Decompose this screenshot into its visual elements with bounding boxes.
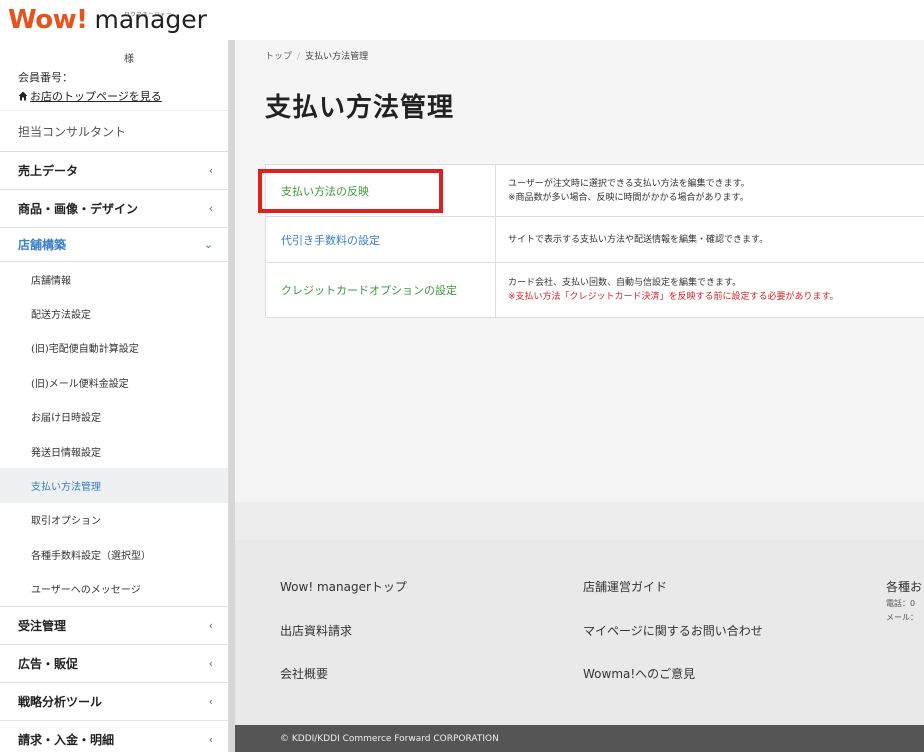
- shop-top-link[interactable]: お店のトップページを見る: [18, 88, 210, 104]
- logo-wow: Wow!: [8, 5, 88, 35]
- footer-contact-mail: メール：: [886, 613, 918, 622]
- page-title: 支払い方法管理: [265, 93, 455, 123]
- menu-ads-promo-label: 広告・販促: [18, 656, 79, 671]
- user-name-suffix: 様: [124, 54, 134, 65]
- row-desc-line: ユーザーが注文時に選択できる支払い方法を編集できます。: [508, 178, 750, 189]
- table-cell-desc: ユーザーが注文時に選択できる支払い方法を編集できます。 ※商品数が多い場合、反映…: [496, 165, 924, 216]
- row-desc-line: ※商品数が多い場合、反映に時間がかかる場合があります。: [508, 192, 749, 203]
- store-build-submenu: 店舗情報 配送方法設定 (旧)宅配便自動計算設定 (旧)メール便料金設定 お届け…: [0, 262, 228, 607]
- footer-link-feedback[interactable]: Wowma!へのご意見: [583, 665, 695, 682]
- footer-link-company[interactable]: 会社概要: [280, 665, 328, 682]
- copyright: © KDDI/KDDI Commerce Forward CORPORATION: [235, 725, 924, 752]
- menu-ads-promo[interactable]: 広告・販促 ‹: [0, 645, 228, 683]
- table-row: 代引き手数料の設定 サイトで表示する支払い方法や配送情報を編集・確認できます。: [266, 217, 924, 263]
- submenu-old-auto-calc[interactable]: (旧)宅配便自動計算設定: [0, 331, 228, 365]
- member-number: 会員番号：: [18, 71, 73, 84]
- menu-store-build-label: 店舗構築: [18, 238, 67, 252]
- table-cell-desc: カード会社、支払い回数、自動与信設定を編集できます。 ※支払い方法「クレジットカ…: [496, 263, 924, 317]
- submenu-ship-date[interactable]: 発送日情報設定: [0, 434, 228, 468]
- home-icon: [18, 91, 28, 101]
- header: Wow! ワウマネージャー manager: [0, 0, 924, 40]
- row-desc-line: カード会社、支払い回数、自動与信設定を編集できます。: [508, 278, 742, 288]
- submenu-delivery-datetime[interactable]: お届け日時設定: [0, 400, 228, 434]
- submenu-old-mail-fee[interactable]: (旧)メール便料金設定: [0, 365, 228, 399]
- logo-ruby: ワウマネージャー: [124, 12, 173, 18]
- payment-settings-table: 支払い方法の反映 ユーザーが注文時に選択できる支払い方法を編集できます。 ※商品…: [258, 164, 924, 318]
- chevron-left-icon: ‹: [208, 732, 213, 746]
- menu-analytics-label: 戦略分析ツール: [18, 694, 103, 709]
- breadcrumb-current: 支払い方法管理: [305, 52, 369, 62]
- submenu-fee-settings[interactable]: 各種手数料設定（選択型）: [0, 537, 228, 571]
- menu-sales-data-label: 売上データ: [18, 164, 79, 178]
- footer-link-request-docs[interactable]: 出店資料請求: [280, 622, 352, 639]
- chevron-left-icon: ‹: [208, 202, 213, 215]
- footer-link-manager-top[interactable]: Wow! managerトップ: [280, 578, 407, 595]
- menu-order-management[interactable]: 受注管理 ‹: [0, 607, 228, 645]
- highlight-box: [258, 169, 443, 213]
- submenu-trade-options[interactable]: 取引オプション: [0, 503, 228, 537]
- table-cell-link: 支払い方法の反映: [258, 165, 496, 216]
- sidebar: 様 会員番号： お店のトップページを見る 担当コンサルタント 売上データ ‹ 商…: [0, 40, 229, 752]
- breadcrumb-separator: /: [297, 52, 301, 62]
- menu-sales-data[interactable]: 売上データ ‹: [0, 152, 228, 190]
- footer-contact-phone: 電話：0: [886, 599, 916, 608]
- breadcrumb: トップ / 支払い方法管理: [265, 49, 368, 62]
- user-info: 様 会員番号： お店のトップページを見る: [0, 40, 228, 110]
- credit-card-option-link[interactable]: クレジットカードオプションの設定: [281, 282, 457, 298]
- shop-top-link-label: お店のトップページを見る: [30, 90, 162, 103]
- wow-manager-logo[interactable]: Wow! ワウマネージャー manager: [8, 5, 207, 35]
- submenu-store-info[interactable]: 店舗情報: [0, 262, 228, 296]
- chevron-left-icon: ‹: [208, 618, 213, 632]
- menu-order-management-label: 受注管理: [18, 618, 67, 633]
- chevron-left-icon: ‹: [208, 164, 213, 177]
- menu-store-build[interactable]: 店舗構築 ⌄: [0, 228, 228, 262]
- chevron-down-icon: ⌄: [203, 238, 213, 251]
- row-desc-line: サイトで表示する支払い方法や配送情報を編集・確認できます。: [508, 234, 769, 245]
- row-warning-note: ※支払い方法「クレジットカード決済」を反映する前に設定する必要があります。: [508, 292, 839, 302]
- submenu-payment-management[interactable]: 支払い方法管理: [0, 468, 228, 503]
- consultant-label: 担当コンサルタント: [0, 110, 228, 152]
- chevron-left-icon: ‹: [208, 656, 213, 670]
- logo-manager: ワウマネージャー manager: [95, 5, 207, 35]
- cod-fee-link[interactable]: 代引き手数料の設定: [281, 232, 380, 248]
- chevron-left-icon: ‹: [208, 694, 213, 708]
- menu-products[interactable]: 商品・画像・デザイン ‹: [0, 190, 228, 228]
- table-row: クレジットカードオプションの設定 カード会社、支払い回数、自動与信設定を編集でき…: [266, 263, 924, 317]
- submenu-user-message[interactable]: ユーザーへのメッセージ: [0, 572, 228, 606]
- submenu-delivery-method[interactable]: 配送方法設定: [0, 296, 228, 330]
- footer: Wow! managerトップ 出店資料請求 会社概要 店舗運営ガイド マイペー…: [235, 540, 924, 725]
- table-row: 支払い方法の反映 ユーザーが注文時に選択できる支払い方法を編集できます。 ※商品…: [258, 165, 924, 217]
- table-cell-link: クレジットカードオプションの設定: [266, 263, 496, 317]
- main-content: トップ / 支払い方法管理 支払い方法管理 支払い方法の反映 ユーザーが注文時に選択…: [235, 40, 924, 752]
- menu-products-label: 商品・画像・デザイン: [18, 202, 139, 216]
- footer-link-store-guide[interactable]: 店舗運営ガイド: [583, 578, 667, 595]
- menu-analytics[interactable]: 戦略分析ツール ‹: [0, 683, 228, 721]
- table-cell-link: 代引き手数料の設定: [266, 217, 496, 262]
- footer-spacer: [235, 502, 924, 540]
- table-cell-desc: サイトで表示する支払い方法や配送情報を編集・確認できます。: [496, 217, 924, 262]
- footer-link-mypage-inquiry[interactable]: マイページに関するお問い合わせ: [583, 622, 763, 639]
- menu-billing[interactable]: 請求・入金・明細 ‹: [0, 721, 228, 752]
- footer-contact-title: 各種お: [886, 580, 923, 594]
- breadcrumb-top[interactable]: トップ: [265, 52, 292, 62]
- menu-billing-label: 請求・入金・明細: [18, 732, 115, 747]
